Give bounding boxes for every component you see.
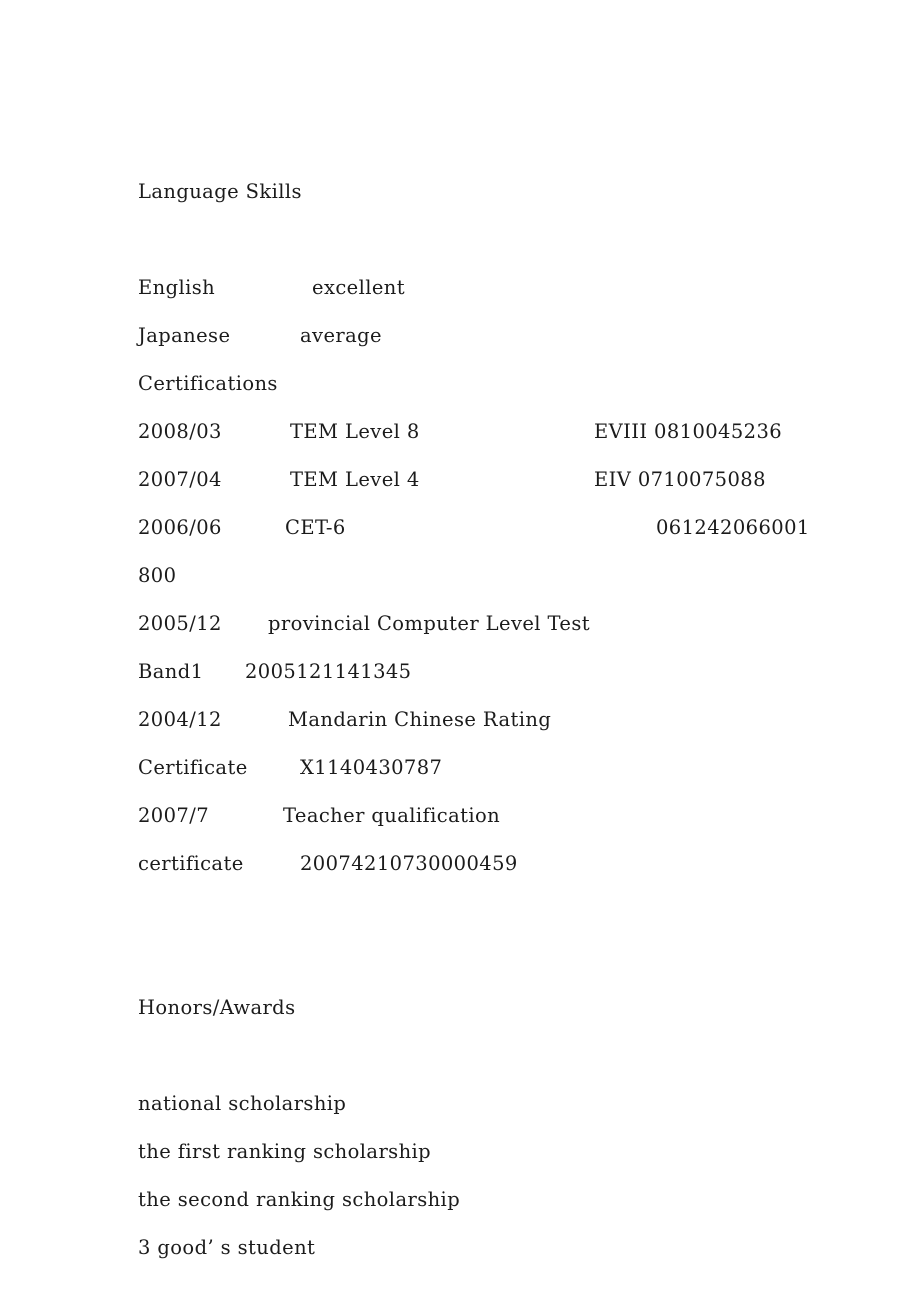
text-line: national scholarship <box>138 1080 878 1128</box>
line-label: Band1 <box>138 660 204 683</box>
line-value: TEM Level 8 <box>290 420 420 443</box>
text-line: 2007/04 TEM Level 4 EIV 0710075088 <box>138 456 878 504</box>
line-value: X1140430787 <box>300 756 443 779</box>
line-value: Teacher qualification <box>283 804 501 827</box>
line-value: EIV 0710075088 <box>594 468 766 491</box>
text-line: 3 good’ s student <box>138 1224 878 1272</box>
line-label: 2004/12 <box>138 708 222 731</box>
line-label: Certificate <box>138 756 248 779</box>
line-label: national scholarship <box>138 1092 347 1115</box>
text-line: 2008/03 TEM Level 8 EVIII 0810045236 <box>138 408 878 456</box>
line-value: 20074210730000459 <box>300 852 518 875</box>
text-line: 2006/06 CET-6 061242066001 <box>138 504 878 552</box>
document-body: Language Skills English excellent Japanese a… <box>138 168 878 1272</box>
text-line: 2004/12 Mandarin Chinese Rating <box>138 696 878 744</box>
document-page: Language Skills English excellent Japanese a… <box>0 0 920 1302</box>
line-value: average <box>300 324 382 347</box>
line-value: provincial Computer Level Test <box>268 612 591 635</box>
text-line: 2005/12 provincial Computer Level Test <box>138 600 878 648</box>
line-value: Mandarin Chinese Rating <box>288 708 552 731</box>
line-label: 2006/06 <box>138 516 222 539</box>
text-line: Band1 2005121141345 <box>138 648 878 696</box>
line-value: CET-6 <box>285 516 346 539</box>
text-line: the second ranking scholarship <box>138 1176 878 1224</box>
line-value: EVIII 0810045236 <box>594 420 783 443</box>
line-label: 2007/04 <box>138 468 222 491</box>
line-label: Japanese <box>138 324 231 347</box>
text-line: Certificate X1140430787 <box>138 744 878 792</box>
text-line: certificate 20074210730000459 <box>138 840 878 888</box>
text-line: English excellent <box>138 264 878 312</box>
line-label: English <box>138 276 216 299</box>
text-line: 800 <box>138 552 878 600</box>
section-heading: Language Skills <box>138 180 302 203</box>
section-heading: Honors/Awards <box>138 996 296 1019</box>
line-value: 061242066001 <box>656 516 810 539</box>
line-label: 3 good’ s student <box>138 1236 316 1259</box>
line-label: 800 <box>138 564 177 587</box>
line-value: 2005121141345 <box>245 660 412 683</box>
line-label: certificate <box>138 852 244 875</box>
line-value: excellent <box>312 276 406 299</box>
line-label: 2007/7 <box>138 804 210 827</box>
text-line: 2007/7 Teacher qualification <box>138 792 878 840</box>
line-label: the first ranking scholarship <box>138 1140 432 1163</box>
line-label: 2005/12 <box>138 612 222 635</box>
line-label: the second ranking scholarship <box>138 1188 461 1211</box>
text-line: Japanese average <box>138 312 878 360</box>
section-heading: Certifications <box>138 372 278 395</box>
line-value: TEM Level 4 <box>290 468 420 491</box>
text-line: the first ranking scholarship <box>138 1128 878 1176</box>
line-label: 2008/03 <box>138 420 222 443</box>
